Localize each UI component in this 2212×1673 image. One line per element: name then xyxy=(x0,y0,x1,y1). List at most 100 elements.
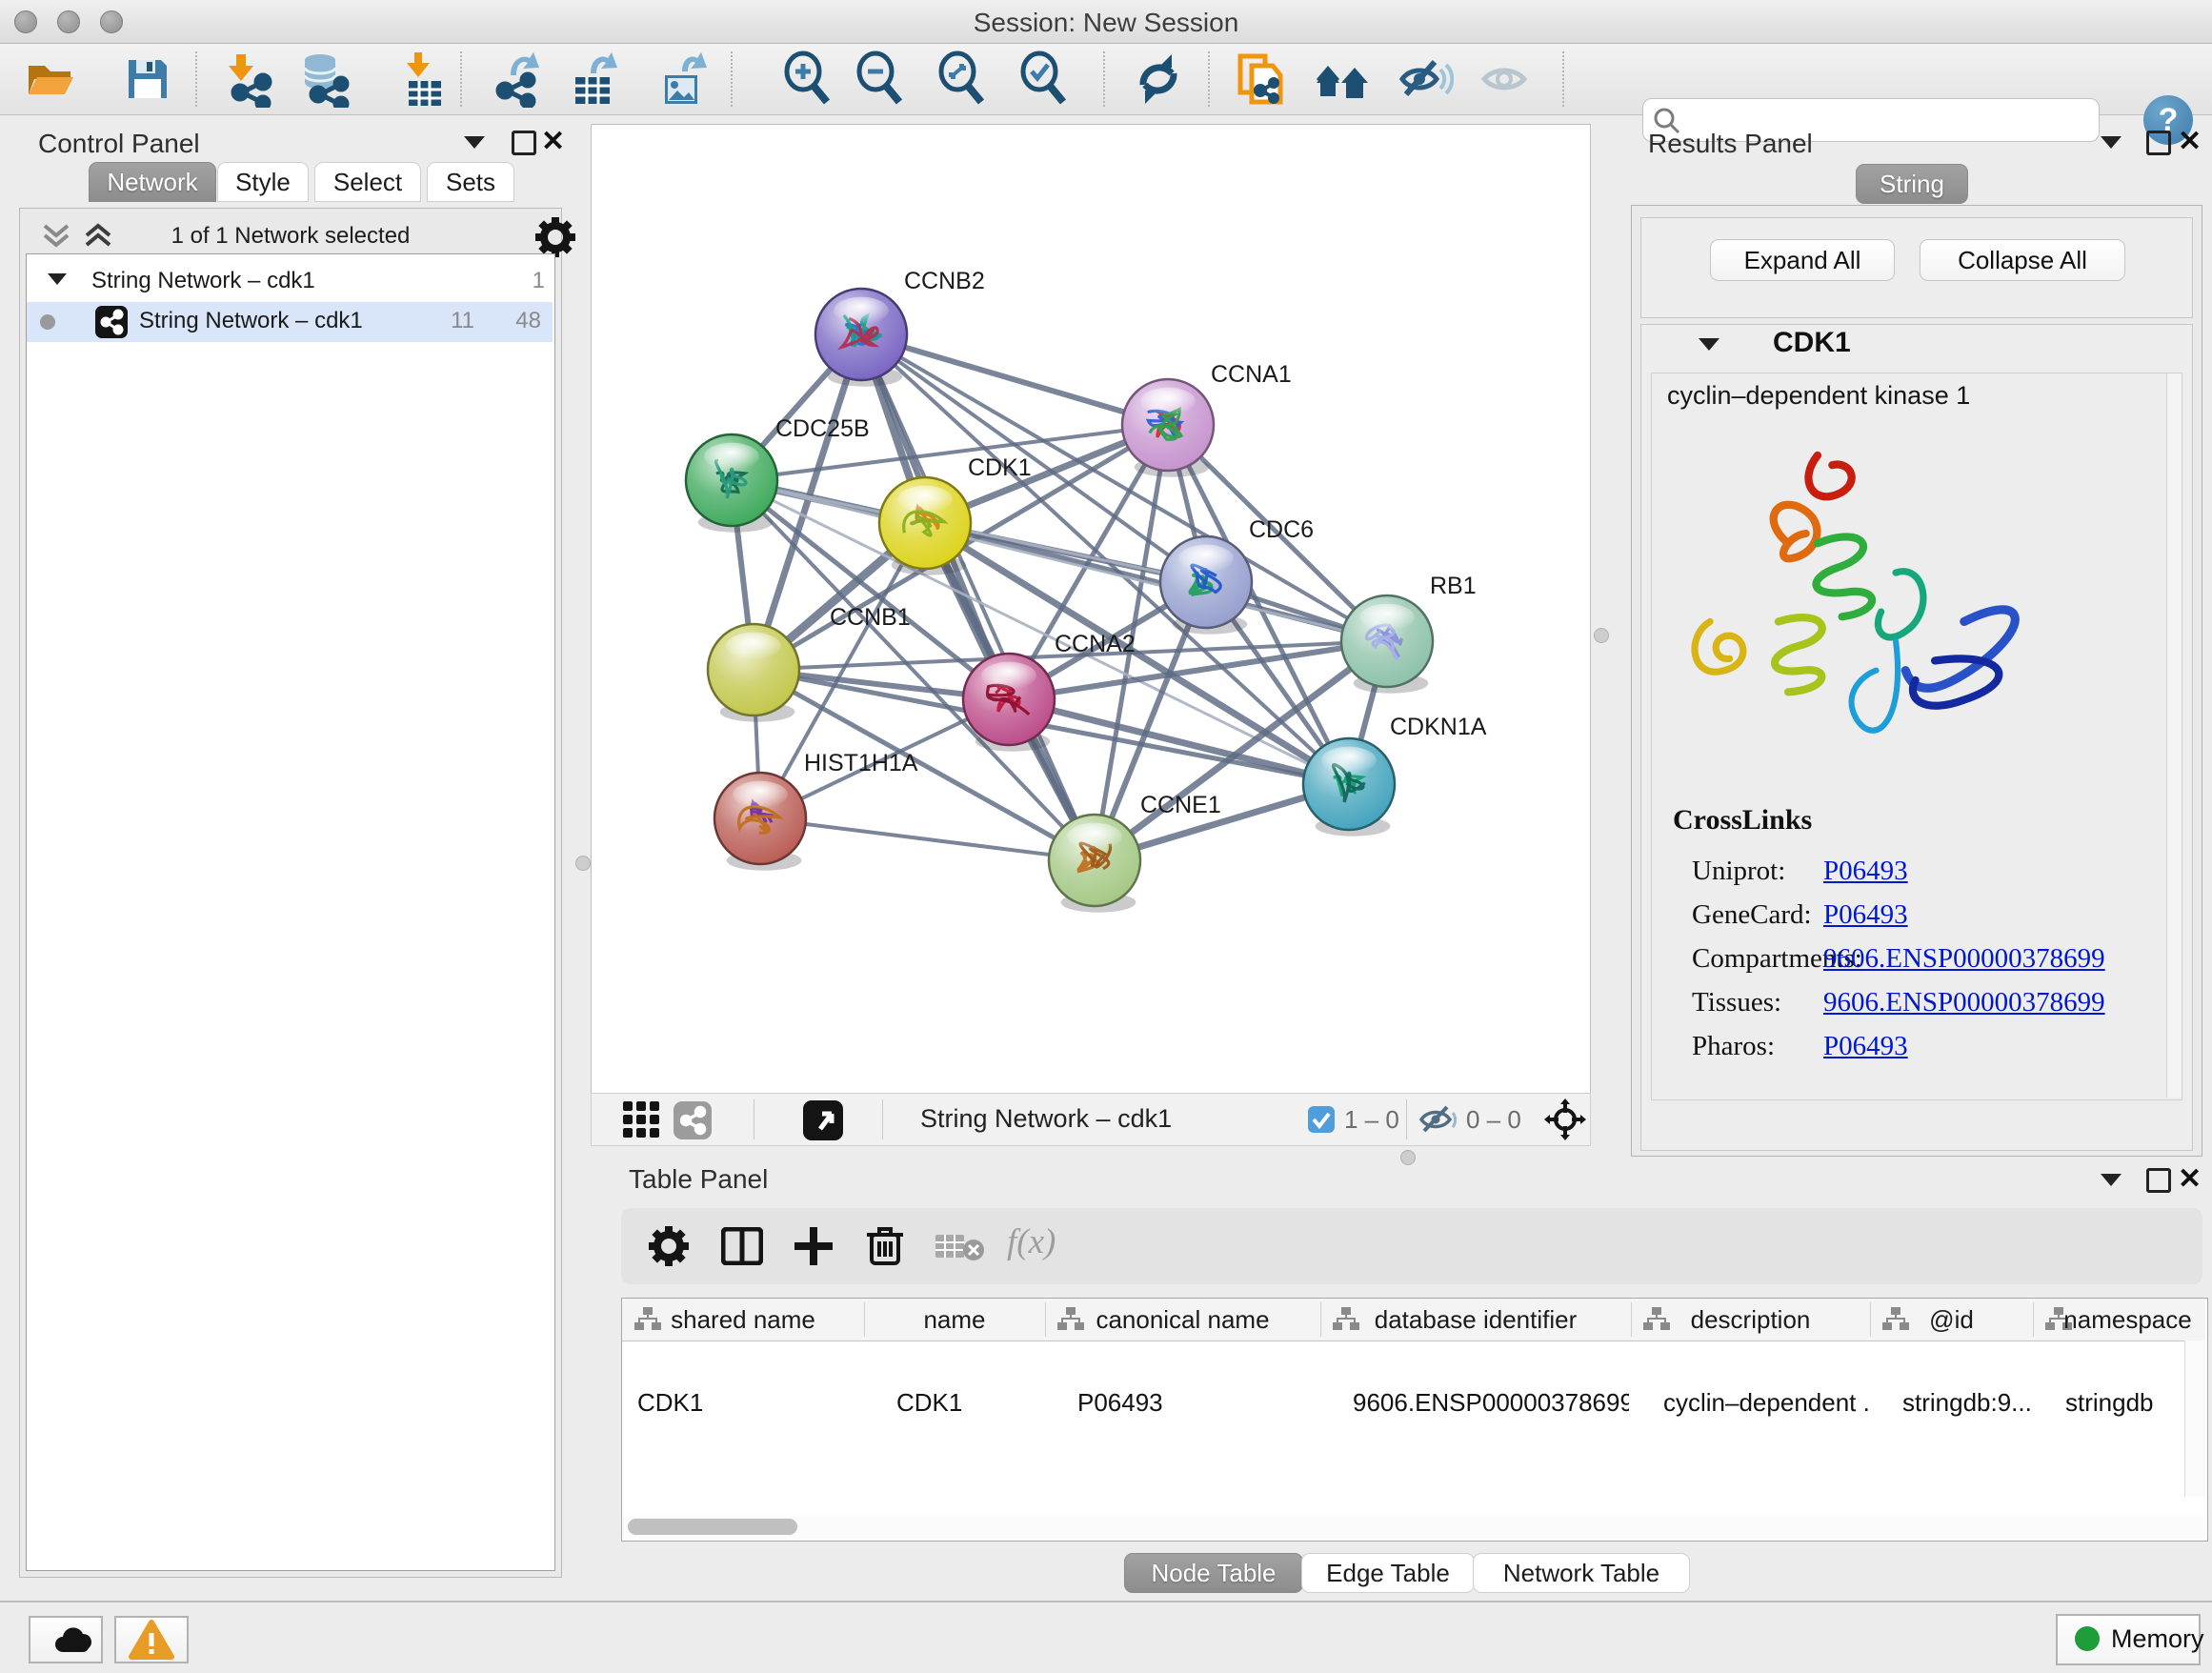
network-options-gear-icon[interactable] xyxy=(534,216,576,258)
column-header-canonical-name[interactable]: canonical name xyxy=(1045,1299,1320,1340)
add-column-icon[interactable] xyxy=(794,1227,833,1265)
collection-expand-icon[interactable] xyxy=(48,273,67,285)
tab-select[interactable]: Select xyxy=(314,162,421,202)
birds-eye-view-icon[interactable] xyxy=(803,1100,843,1140)
column-separator[interactable] xyxy=(1631,1302,1632,1337)
table-panel-menu-icon[interactable] xyxy=(2101,1174,2122,1186)
column-header-description[interactable]: description xyxy=(1631,1299,1870,1340)
network-node-CCNB1[interactable] xyxy=(708,624,799,722)
collapse-all-button[interactable]: Collapse All xyxy=(1920,239,2125,281)
results-panel-menu-icon[interactable] xyxy=(2101,136,2122,149)
right-splitter-handle[interactable] xyxy=(1594,628,1609,643)
column-header-shared-name[interactable]: shared name xyxy=(622,1299,864,1340)
table-body[interactable]: CDK1 CDK1 P06493 9606.ENSP00000378699 cyclin… xyxy=(622,1340,2205,1539)
crosslink-value-link[interactable]: 9606.ENSP00000378699 xyxy=(1823,987,2105,1018)
delete-column-icon[interactable] xyxy=(867,1225,903,1267)
column-header-name[interactable]: name xyxy=(864,1299,1045,1340)
column-separator[interactable] xyxy=(1045,1302,1046,1337)
network-node-CDC6[interactable] xyxy=(1160,536,1252,635)
edge-CCNB2-CCNE1[interactable] xyxy=(861,334,1095,860)
export-table-icon[interactable] xyxy=(564,50,621,108)
table-cell[interactable]: CDK1 xyxy=(896,1388,1043,1418)
control-panel-menu-icon[interactable] xyxy=(464,136,485,149)
zoom-out-icon[interactable] xyxy=(852,50,909,108)
refresh-icon[interactable] xyxy=(1130,50,1187,108)
network-node-CCNA1[interactable] xyxy=(1122,379,1214,477)
tab-network-table[interactable]: Network Table xyxy=(1473,1553,1690,1593)
copy-style-icon[interactable] xyxy=(1231,50,1288,108)
tab-node-table[interactable]: Node Table xyxy=(1124,1553,1303,1593)
hide-selected-icon[interactable] xyxy=(1397,50,1454,108)
column-header--id[interactable]: @id xyxy=(1870,1299,2033,1340)
save-session-icon[interactable] xyxy=(119,50,176,108)
network-node-CDC25B[interactable] xyxy=(686,434,777,533)
tab-string[interactable]: String xyxy=(1856,164,1968,204)
crosslink-value-link[interactable]: 9606.ENSP00000378699 xyxy=(1823,943,2105,975)
expand-all-button[interactable]: Expand All xyxy=(1710,239,1895,281)
network-node-CDKN1A[interactable] xyxy=(1303,738,1395,836)
table-panel-close-icon[interactable]: ✕ xyxy=(2178,1167,2202,1192)
network-row-selected[interactable]: String Network – cdk1 11 48 xyxy=(27,302,553,342)
grid-view-icon[interactable] xyxy=(623,1101,661,1139)
zoom-selected-icon[interactable] xyxy=(1016,50,1073,108)
tab-style[interactable]: Style xyxy=(217,162,309,202)
home-icon[interactable] xyxy=(1313,50,1370,108)
column-header-database-identifier[interactable]: database identifier xyxy=(1320,1299,1631,1340)
crosslink-value-link[interactable]: P06493 xyxy=(1823,1031,1908,1062)
tab-edge-table[interactable]: Edge Table xyxy=(1301,1553,1475,1593)
open-session-icon[interactable] xyxy=(21,50,78,108)
results-panel-close-icon[interactable]: ✕ xyxy=(2178,130,2202,154)
memory-status-icon xyxy=(2075,1626,2100,1651)
warning-button[interactable] xyxy=(114,1616,189,1663)
network-node-HIST1H1A[interactable] xyxy=(714,773,806,871)
show-all-icon[interactable] xyxy=(1477,50,1534,108)
tab-network[interactable]: Network xyxy=(89,162,216,202)
export-network-icon[interactable] xyxy=(486,50,543,108)
results-panel-float-icon[interactable] xyxy=(2146,131,2171,155)
cloud-button[interactable] xyxy=(29,1616,103,1663)
table-cell[interactable]: stringdb:9... xyxy=(1902,1388,2031,1418)
column-header-namespace[interactable]: namespace xyxy=(2033,1299,2212,1340)
left-splitter-handle[interactable] xyxy=(575,856,591,871)
fit-selected-crosshair-icon[interactable] xyxy=(1544,1099,1586,1140)
column-separator[interactable] xyxy=(864,1302,865,1337)
column-separator[interactable] xyxy=(1870,1302,1871,1337)
table-cell[interactable]: CDK1 xyxy=(637,1388,845,1418)
column-separator[interactable] xyxy=(2033,1302,2034,1337)
cdk1-collapse-icon[interactable] xyxy=(1699,338,1719,351)
crosslink-value-link[interactable]: P06493 xyxy=(1823,856,1908,887)
table-cell[interactable]: 9606.ENSP00000378699 xyxy=(1353,1388,1629,1418)
results-scrollbar[interactable] xyxy=(2166,373,2182,1098)
import-network-file-icon[interactable] xyxy=(221,50,278,108)
network-collection-row[interactable]: String Network – cdk1 1 xyxy=(27,262,553,302)
network-node-RB1[interactable] xyxy=(1341,595,1433,694)
node-table[interactable]: shared namenamecanonical namedatabase id… xyxy=(621,1298,2208,1542)
bottom-splitter-handle[interactable] xyxy=(1400,1150,1416,1165)
table-cell[interactable]: cyclin–dependent ... xyxy=(1663,1388,1868,1418)
control-panel-close-icon[interactable]: ✕ xyxy=(541,130,565,154)
zoom-fit-icon[interactable] xyxy=(934,50,991,108)
table-gear-icon[interactable] xyxy=(648,1225,690,1267)
memory-button[interactable]: Memory xyxy=(2056,1614,2201,1665)
edge-HIST1H1A-CCNE1[interactable] xyxy=(760,818,1095,860)
table-vertical-scrollbar[interactable] xyxy=(2184,1340,2206,1497)
scrollbar-thumb[interactable] xyxy=(628,1519,797,1535)
edge-CCNB2-CCNA1[interactable] xyxy=(861,334,1168,425)
import-network-database-icon[interactable] xyxy=(295,50,352,108)
zoom-in-icon[interactable] xyxy=(779,50,836,108)
table-header-row[interactable]: shared namenamecanonical namedatabase id… xyxy=(622,1299,2205,1341)
network-node-CCNE1[interactable] xyxy=(1049,815,1140,913)
tab-sets[interactable]: Sets xyxy=(427,162,514,202)
control-panel-float-icon[interactable] xyxy=(512,131,536,155)
show-columns-icon[interactable] xyxy=(721,1227,763,1265)
string-view-icon[interactable] xyxy=(674,1101,712,1139)
crosslink-value-link[interactable]: P06493 xyxy=(1823,899,1908,931)
table-cell[interactable]: P06493 xyxy=(1077,1388,1318,1418)
table-horizontal-scrollbar[interactable] xyxy=(622,1516,2205,1539)
export-image-icon[interactable] xyxy=(654,50,711,108)
network-canvas[interactable]: CCNB2CCNA1CDC25BCDK1CDC6RB1CCNB1CCNA2CDK… xyxy=(591,124,1591,1094)
column-separator[interactable] xyxy=(1320,1302,1321,1337)
import-table-icon[interactable] xyxy=(395,50,452,108)
selected-checkbox-icon[interactable] xyxy=(1308,1106,1335,1133)
table-panel-float-icon[interactable] xyxy=(2146,1168,2171,1193)
